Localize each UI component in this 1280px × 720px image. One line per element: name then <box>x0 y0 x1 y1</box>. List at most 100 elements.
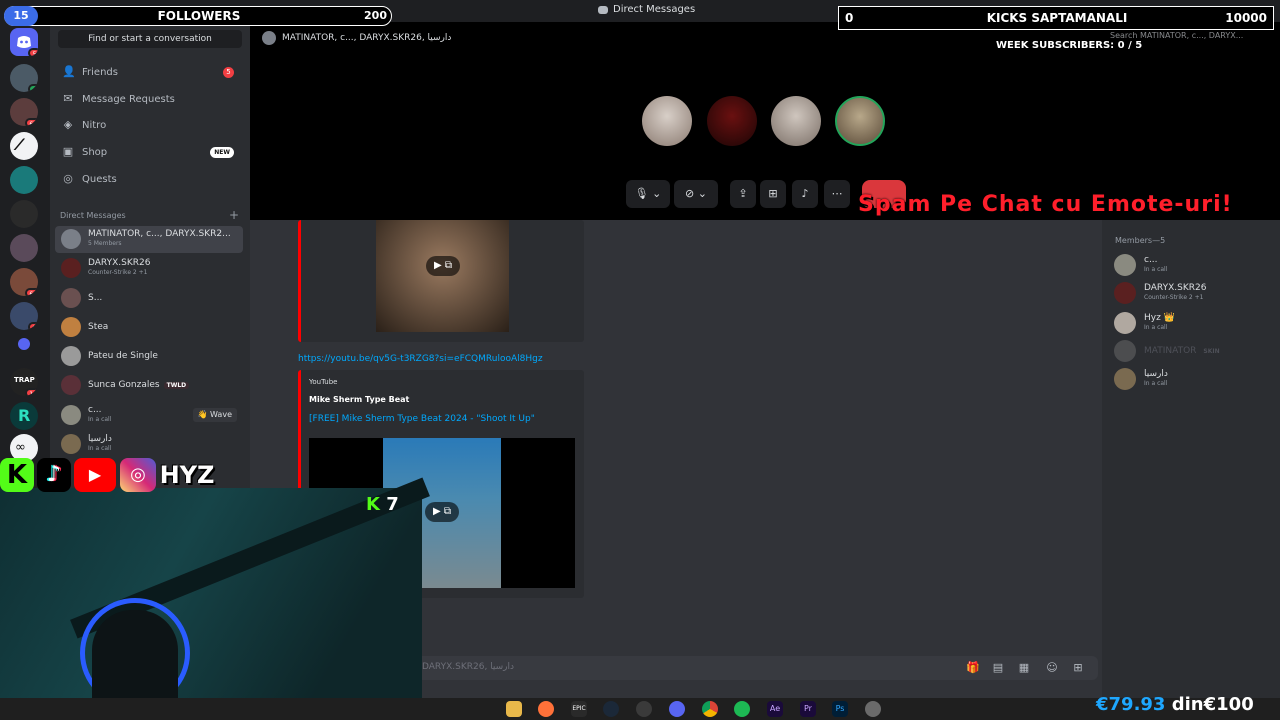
nav-label: Friends <box>82 66 118 78</box>
apps-icon[interactable]: ⊞ <box>1072 662 1084 674</box>
video-thumbnail[interactable]: ▶ ⧉ <box>376 220 509 332</box>
steam-icon[interactable] <box>603 701 619 717</box>
member-name: MATINATOR <box>1144 346 1197 356</box>
server-icon[interactable] <box>10 234 38 262</box>
window-title: Direct Messages <box>598 4 695 15</box>
discord-taskbar-icon[interactable] <box>669 701 685 717</box>
search-input[interactable]: Find or start a conversation <box>58 30 242 48</box>
youtube-link[interactable]: https://youtu.be/qv5G-t3RZG8?si=eFCQMRul… <box>298 354 543 364</box>
clan-tag: TWLD <box>163 382 190 389</box>
nav-label: Shop <box>82 146 108 158</box>
gif-icon[interactable]: ▤ <box>992 662 1004 674</box>
nav-message-requests[interactable]: ✉ Message Requests <box>56 87 242 111</box>
dm-item-stea[interactable]: Stea <box>55 314 243 341</box>
participant-avatar[interactable] <box>642 96 692 146</box>
home-button[interactable]: 5 <box>10 28 38 56</box>
followers-label: FOLLOWERS <box>157 9 241 23</box>
create-dm-icon[interactable]: + <box>229 208 239 222</box>
server-icon[interactable]: 62 <box>10 98 38 126</box>
obs-icon[interactable] <box>636 701 652 717</box>
dm-sub: 5 Members <box>88 240 122 247</box>
gift-icon[interactable]: 🎁 <box>966 662 980 674</box>
server-badge: 62 <box>25 118 38 126</box>
member-daryx[interactable]: DARYX.SKR26 Counter-Strike 2 +1 <box>1114 280 1274 306</box>
member-hyz[interactable]: Hyz 👑 In a call <box>1114 310 1274 336</box>
server-icon[interactable]: 8 <box>10 302 38 330</box>
nav-friends[interactable]: 👤 Friends 5 <box>56 60 242 84</box>
dm-item-darsia[interactable]: دارسيا In a call <box>55 431 243 458</box>
activities-icon: ⊞ <box>768 187 778 200</box>
wave-button[interactable]: 👋 Wave <box>192 408 237 422</box>
server-icon[interactable]: 68 <box>10 268 38 296</box>
folder-icon[interactable] <box>18 338 30 350</box>
server-icon[interactable]: TRAP 16 <box>10 368 38 396</box>
file-explorer-icon[interactable] <box>506 701 522 717</box>
screen-share-button[interactable]: ⇪ <box>730 180 756 208</box>
nav-shop[interactable]: ▣ Shop NEW <box>56 140 242 164</box>
server-icon[interactable]: R <box>10 402 38 430</box>
server-icon[interactable]: 4 <box>10 64 38 92</box>
member-list-header: Members—5 <box>1115 236 1166 245</box>
donation-goal: €79.93 din€100 <box>1096 694 1254 715</box>
server-icon[interactable] <box>10 166 38 194</box>
nitro-icon: ◈ <box>63 118 73 131</box>
play-icon[interactable]: ▶ ⧉ <box>425 502 459 522</box>
after-effects-icon[interactable]: Ae <box>767 701 783 717</box>
sticker-icon[interactable]: ▦ <box>1018 662 1030 674</box>
dm-item-group[interactable]: MATINATOR, c..., DARYX.SKR2... 5 Members <box>55 226 243 253</box>
mute-button[interactable]: 🎙 ⌄ <box>626 180 670 208</box>
embed-title[interactable]: [FREE] Mike Sherm Type Beat 2024 - "Shoo… <box>309 414 535 424</box>
trap-logo: TRAP <box>14 376 35 384</box>
avatar <box>61 375 81 395</box>
r-logo: R <box>18 406 31 425</box>
participant-avatar[interactable] <box>707 96 757 146</box>
kicks-label: KICKS SAPTAMANALI <box>986 11 1128 25</box>
dm-section-header: Direct Messages <box>60 211 126 220</box>
member-sub: In a call <box>1144 380 1168 387</box>
camera-button[interactable]: ⊘ ⌄ <box>674 180 718 208</box>
donation-goal-value: €100 <box>1203 694 1254 715</box>
message-placeholder: DARYX.SKR26, دارسيا <box>422 662 515 672</box>
app-icon[interactable] <box>865 701 881 717</box>
spotify-icon[interactable] <box>734 701 750 717</box>
emoji-icon[interactable]: ☺ <box>1046 662 1058 674</box>
server-icon[interactable] <box>10 200 38 228</box>
play-icon[interactable]: ▶ ⧉ <box>426 256 460 276</box>
member-c[interactable]: c... In a call <box>1114 252 1274 278</box>
shop-icon: ▣ <box>62 145 74 158</box>
dm-item-sunca[interactable]: Sunca Gonzales TWLD <box>55 372 243 399</box>
photoshop-icon[interactable]: Ps <box>832 701 848 717</box>
activities-button[interactable]: ⊞ <box>760 180 786 208</box>
server-icon[interactable]: ⁄ <box>10 132 38 160</box>
envelope-icon: ✉ <box>63 92 73 105</box>
dm-item-pateu[interactable]: Pateu de Single <box>55 343 243 370</box>
call-header: MATINATOR, c..., DARYX.SKR26, دارسيا <box>262 31 451 45</box>
nav-label: Nitro <box>82 119 107 131</box>
member-name: دارسيا <box>1144 369 1168 379</box>
more-button[interactable]: ⋯ <box>824 180 850 208</box>
chrome-icon[interactable] <box>702 701 718 717</box>
kicks-count: 0 <box>845 11 854 25</box>
soundboard-button[interactable]: ♪ <box>792 180 818 208</box>
embed-author[interactable]: Mike Sherm Type Beat <box>309 395 409 404</box>
clan-tag: SKIN <box>1203 348 1220 355</box>
epic-games-icon[interactable]: EPIC <box>571 701 587 717</box>
server-badge: 16 <box>25 388 38 396</box>
avatar <box>61 317 81 337</box>
participant-avatar[interactable] <box>771 96 821 146</box>
avatar <box>1114 254 1136 276</box>
nav-label: Quests <box>82 173 117 185</box>
avatar <box>1114 368 1136 390</box>
premiere-icon[interactable]: Pr <box>800 701 816 717</box>
nav-quests[interactable]: ◎ Quests <box>56 167 242 191</box>
kick-counter: K 7 <box>366 494 399 515</box>
member-darsia[interactable]: دارسيا In a call <box>1114 366 1274 392</box>
firefox-icon[interactable] <box>538 701 554 717</box>
dm-item-s[interactable]: S... <box>55 285 243 312</box>
dm-item-c[interactable]: c... In a call 👋 Wave <box>55 402 243 429</box>
nav-nitro[interactable]: ◈ Nitro <box>56 113 242 137</box>
soundboard-icon: ♪ <box>801 187 809 200</box>
member-matinator[interactable]: MATINATOR SKIN <box>1114 338 1274 364</box>
participant-avatar-speaking[interactable] <box>835 96 885 146</box>
dm-item-daryx[interactable]: DARYX.SKR26 Counter-Strike 2 +1 <box>55 255 243 282</box>
